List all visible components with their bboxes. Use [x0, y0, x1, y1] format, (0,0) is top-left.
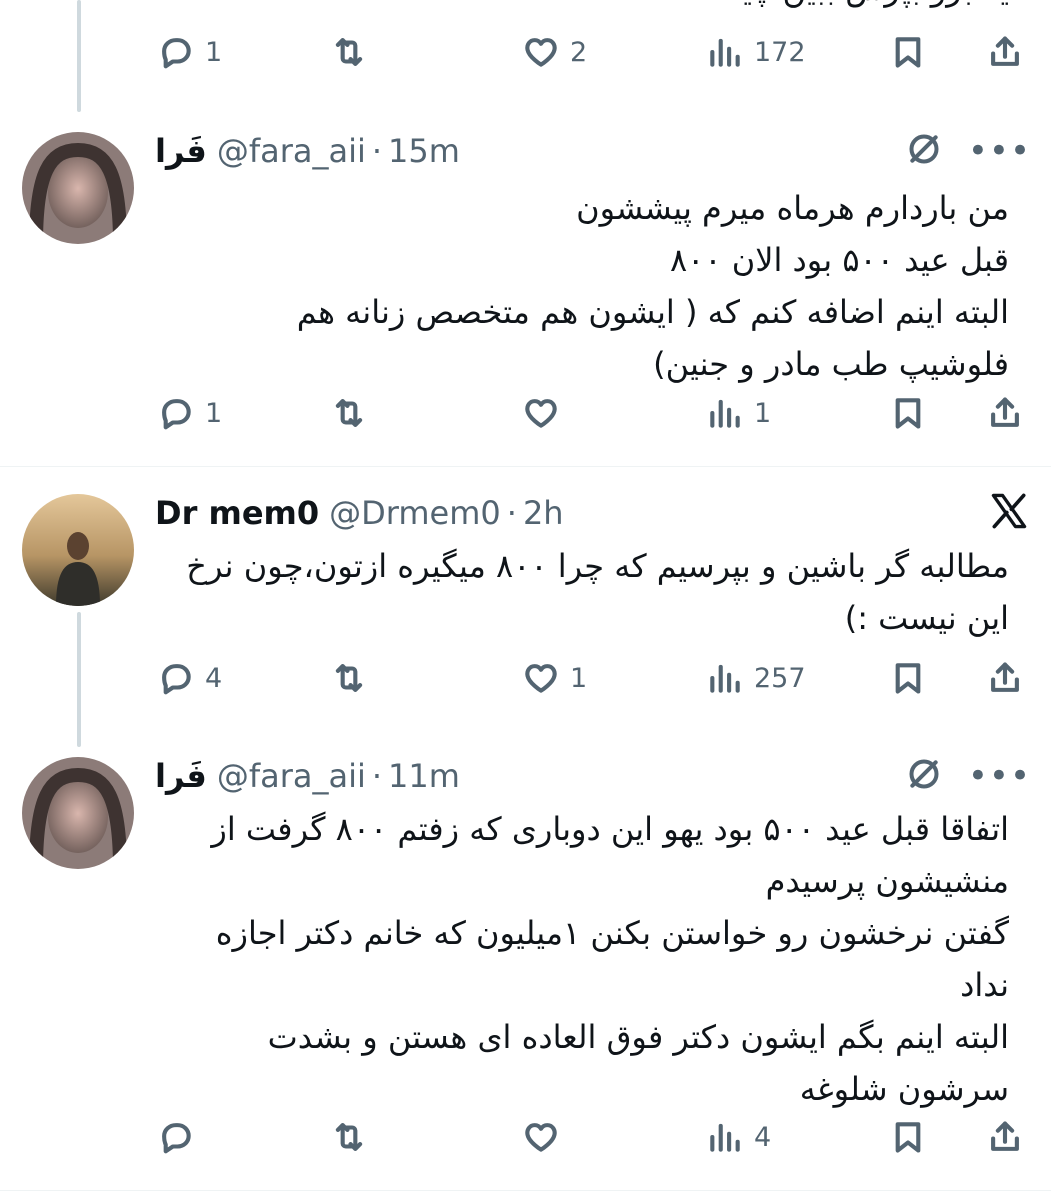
- views-button[interactable]: 172: [706, 22, 806, 82]
- share-icon: [991, 36, 1019, 66]
- reply-icon: [162, 1123, 191, 1154]
- handle[interactable]: @fara_aii: [217, 132, 366, 170]
- action-bar: 4: [0, 1107, 1051, 1167]
- reply-button[interactable]: 1: [157, 22, 222, 82]
- share-button[interactable]: [986, 648, 1024, 708]
- retweet-icon: [335, 38, 363, 66]
- views-count: 172: [754, 36, 806, 68]
- action-bar: 4 1 257: [0, 648, 1051, 708]
- separator-dot: ·: [506, 494, 517, 532]
- heart-icon: [525, 38, 557, 67]
- retweet-button[interactable]: [330, 648, 378, 708]
- tweet-fara-2[interactable]: فَرا @fara_aii · 11m ••• اتفاقا قبل عید …: [0, 745, 1051, 1175]
- share-icon: [991, 1121, 1019, 1151]
- retweet-button[interactable]: [330, 22, 378, 82]
- display-name[interactable]: فَرا: [155, 757, 207, 795]
- reply-button[interactable]: 1: [157, 383, 222, 443]
- views-count: 4: [754, 1121, 772, 1153]
- reply-icon: [162, 38, 191, 69]
- views-count: 257: [754, 662, 806, 694]
- tweet-header: فَرا @fara_aii · 11m •••: [155, 753, 1031, 799]
- views-count: 1: [754, 397, 772, 429]
- share-button[interactable]: [986, 22, 1024, 82]
- timestamp[interactable]: 15m: [388, 132, 460, 170]
- like-button[interactable]: [522, 383, 570, 443]
- bookmark-button[interactable]: [889, 383, 927, 443]
- like-button[interactable]: [522, 1107, 570, 1167]
- handle[interactable]: @Drmem0: [329, 494, 501, 532]
- header-actions: •••: [904, 753, 1031, 799]
- bookmark-icon: [895, 398, 921, 429]
- display-name[interactable]: Dr mem0: [155, 494, 319, 532]
- views-icon: [710, 1123, 740, 1152]
- more-icon[interactable]: •••: [968, 759, 1031, 793]
- reply-button[interactable]: [157, 1107, 205, 1167]
- partial-tweet: یه برو بپرس ببین چیه 1 2 172: [0, 0, 1051, 100]
- reply-count: 1: [205, 397, 223, 429]
- bookmark-icon: [895, 663, 921, 694]
- partial-tweet-text: یه برو بپرس ببین چیه: [726, 0, 1009, 8]
- views-icon: [710, 399, 740, 428]
- grok-icon[interactable]: [904, 129, 944, 173]
- retweet-button[interactable]: [330, 1107, 378, 1167]
- x-logo-icon: [987, 489, 1031, 537]
- views-button[interactable]: 1: [706, 383, 771, 443]
- reply-button[interactable]: 4: [157, 648, 222, 708]
- action-bar: 1 2 172: [0, 22, 1051, 82]
- avatar[interactable]: [22, 757, 134, 869]
- tweet-header: فَرا @fara_aii · 15m •••: [155, 128, 1031, 174]
- action-bar: 1 1: [0, 383, 1051, 443]
- handle[interactable]: @fara_aii: [217, 757, 366, 795]
- reply-icon: [162, 399, 191, 430]
- display-name[interactable]: فَرا: [155, 132, 207, 170]
- bookmark-button[interactable]: [889, 22, 927, 82]
- bookmark-button[interactable]: [889, 1107, 927, 1167]
- divider: [0, 1190, 1051, 1191]
- tweet-text: اتفاقا قبل عید ۵۰۰ بود یهو این دوباری که…: [211, 810, 1009, 1108]
- tweet-fara-1[interactable]: فَرا @fara_aii · 15m ••• من باردارم هرما…: [0, 120, 1051, 465]
- bookmark-icon: [895, 37, 921, 68]
- grok-icon[interactable]: [904, 754, 944, 798]
- like-button[interactable]: 2: [522, 22, 587, 82]
- divider: [0, 466, 1051, 467]
- retweet-icon: [335, 1123, 363, 1151]
- timestamp[interactable]: 11m: [388, 757, 460, 795]
- separator-dot: ·: [371, 757, 383, 795]
- like-button[interactable]: 1: [522, 648, 587, 708]
- tweet-header: Dr mem0 @Drmem0 · 2h: [155, 490, 1031, 536]
- retweet-button[interactable]: [330, 383, 378, 443]
- reply-icon: [162, 664, 191, 695]
- separator-dot: ·: [371, 132, 383, 170]
- tweet-text: من باردارم هرماه میرم پیششون قبل عید ۵۰۰…: [296, 189, 1009, 383]
- like-count: 1: [570, 662, 588, 694]
- avatar[interactable]: [22, 494, 134, 606]
- retweet-icon: [335, 664, 363, 692]
- timestamp[interactable]: 2h: [523, 494, 564, 532]
- header-actions: •••: [904, 128, 1031, 174]
- heart-icon: [525, 399, 557, 428]
- bookmark-icon: [895, 1122, 921, 1153]
- header-actions: [987, 490, 1031, 536]
- heart-icon: [525, 1123, 557, 1152]
- heart-icon: [525, 664, 557, 693]
- share-icon: [991, 397, 1019, 427]
- share-button[interactable]: [986, 1107, 1024, 1167]
- avatar[interactable]: [22, 132, 134, 244]
- views-button[interactable]: 257: [706, 648, 806, 708]
- more-icon[interactable]: •••: [968, 134, 1031, 168]
- reply-count: 4: [205, 662, 223, 694]
- reply-count: 1: [205, 36, 223, 68]
- views-icon: [710, 38, 740, 67]
- tweet-text: مطالبه گر باشین و بپرسیم که چرا ۸۰۰ میگی…: [186, 547, 1009, 637]
- share-button[interactable]: [986, 383, 1024, 443]
- views-button[interactable]: 4: [706, 1107, 771, 1167]
- tweet-drmem0[interactable]: Dr mem0 @Drmem0 · 2h مطالبه گر باشین و ب…: [0, 480, 1051, 730]
- views-icon: [710, 664, 740, 693]
- retweet-icon: [335, 399, 363, 427]
- bookmark-button[interactable]: [889, 648, 927, 708]
- like-count: 2: [570, 36, 588, 68]
- share-icon: [991, 662, 1019, 692]
